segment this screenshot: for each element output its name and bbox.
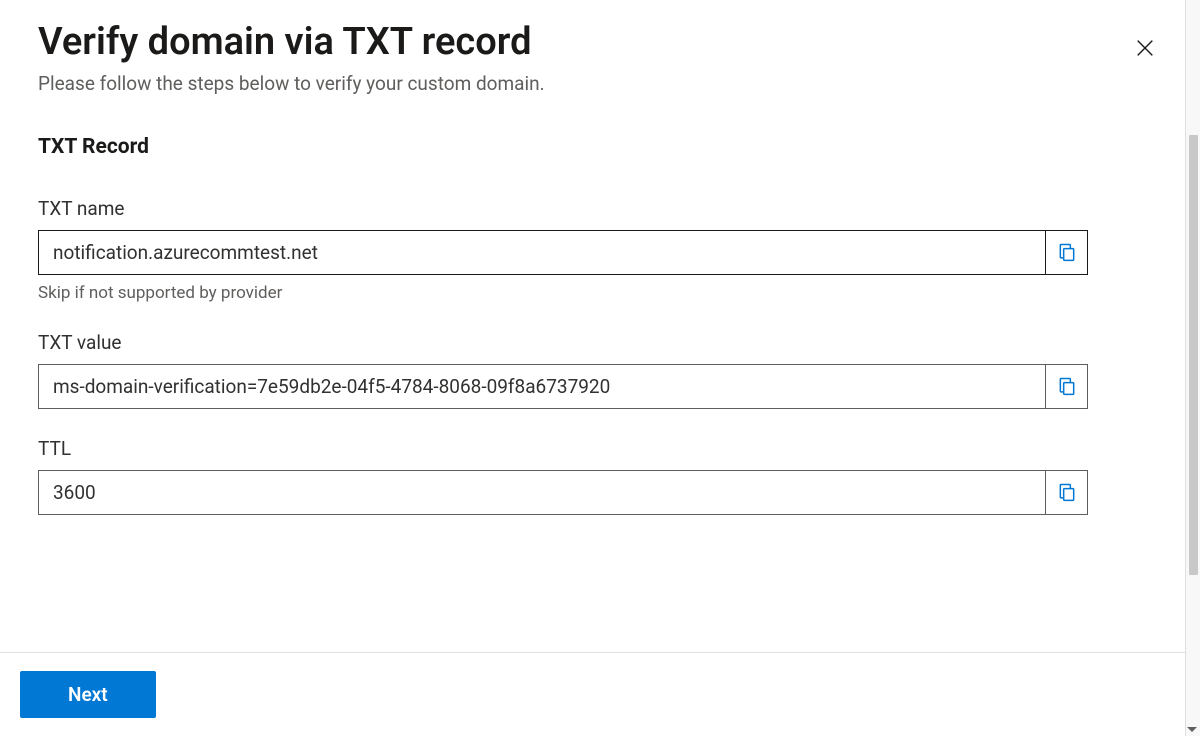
close-button[interactable] xyxy=(1125,28,1165,68)
ttl-label: TTL xyxy=(38,437,1088,460)
txt-name-field: TXT name Skip if not supported by provid… xyxy=(38,197,1088,303)
txt-name-hint: Skip if not supported by provider xyxy=(38,283,1088,303)
close-icon xyxy=(1134,37,1156,59)
txt-value-field: TXT value xyxy=(38,331,1088,409)
copy-icon xyxy=(1057,242,1077,262)
next-button[interactable]: Next xyxy=(20,671,156,718)
txt-name-input[interactable] xyxy=(38,230,1046,275)
verify-domain-panel: Verify domain via TXT record Please foll… xyxy=(0,0,1185,736)
ttl-field: TTL xyxy=(38,437,1088,515)
copy-ttl-button[interactable] xyxy=(1046,470,1088,515)
panel-footer: Next xyxy=(0,652,1185,736)
scrollbar-down-arrow-icon[interactable] xyxy=(1187,727,1197,732)
scrollbar[interactable] xyxy=(1185,0,1200,736)
copy-txt-value-button[interactable] xyxy=(1046,364,1088,409)
copy-icon xyxy=(1057,376,1077,396)
copy-txt-name-button[interactable] xyxy=(1046,230,1088,275)
section-title: TXT Record xyxy=(38,135,1165,159)
panel-header: Verify domain via TXT record Please foll… xyxy=(38,20,1165,95)
txt-name-label: TXT name xyxy=(38,197,1088,220)
txt-value-label: TXT value xyxy=(38,331,1088,354)
txt-value-input[interactable] xyxy=(38,364,1046,409)
copy-icon xyxy=(1057,482,1077,502)
panel-title: Verify domain via TXT record xyxy=(38,20,1125,66)
ttl-input[interactable] xyxy=(38,470,1046,515)
panel-subtitle: Please follow the steps below to verify … xyxy=(38,72,1125,95)
scrollbar-thumb[interactable] xyxy=(1189,135,1198,575)
